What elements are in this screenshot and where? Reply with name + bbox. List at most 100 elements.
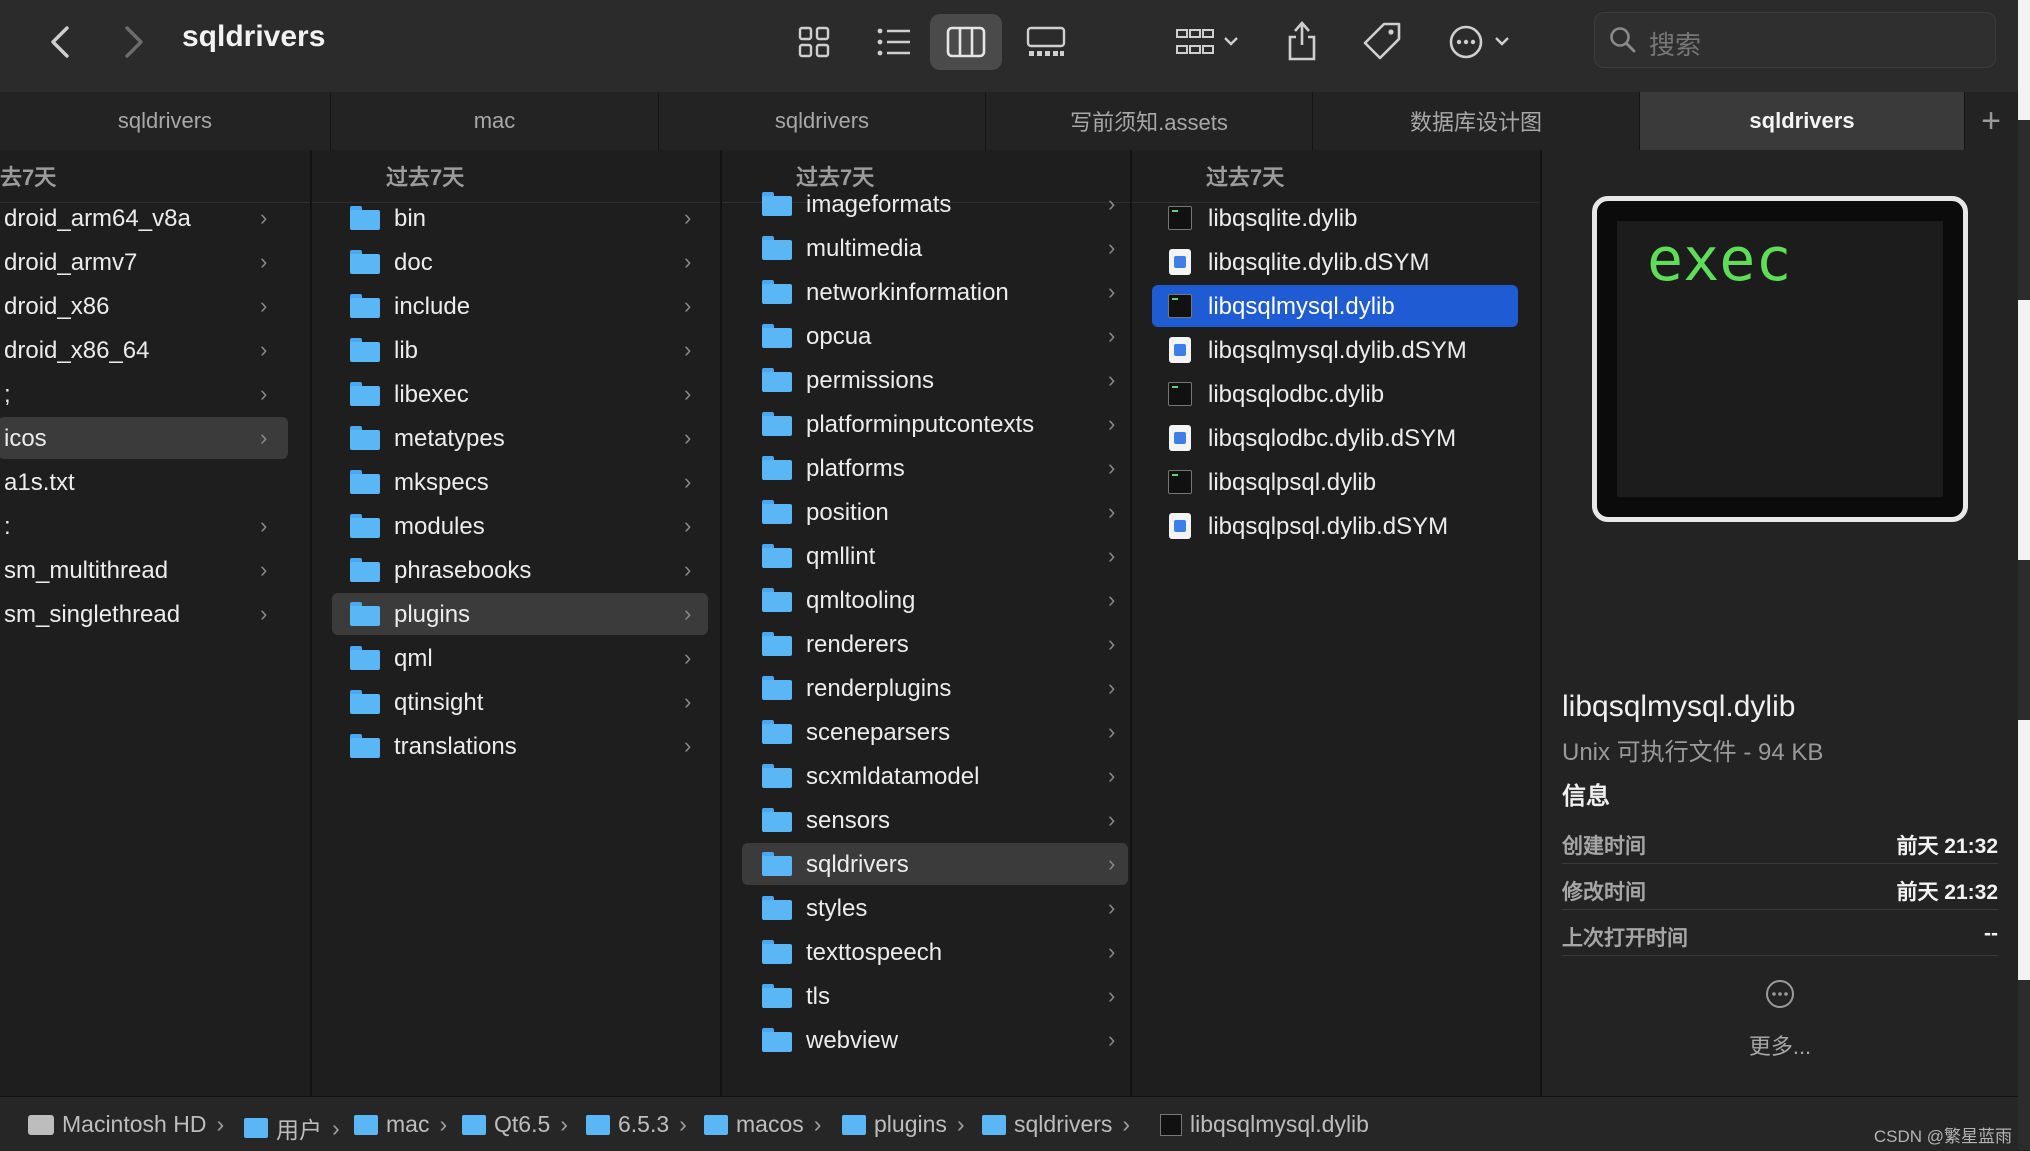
info-value: 前天 21:32 [1896,876,1998,906]
icon-view-button[interactable] [778,14,850,70]
folder-row[interactable]: sm_multithread› [0,549,288,591]
chevron-right-icon [123,25,145,59]
folder-row[interactable]: renderers› [742,623,1128,665]
folder-row[interactable]: mkspecs› [332,461,708,503]
file-row[interactable]: libqsqlmysql.dylib.dSYM [1152,329,1518,371]
column-view-button[interactable] [930,14,1002,70]
tab-sqldrivers-2[interactable]: sqldrivers [659,92,986,150]
folder-row[interactable]: libexec› [332,373,708,415]
path-crumb[interactable]: mac› [354,1111,447,1138]
chevron-right-icon: › [684,381,691,407]
path-crumb[interactable]: libqsqlmysql.dylib [1160,1111,1369,1138]
tab-sqldrivers-active[interactable]: sqldrivers [1640,92,1965,150]
folder-row[interactable]: sm_singlethread› [0,593,288,635]
group-by-button[interactable] [1168,18,1248,66]
folder-row[interactable]: sceneparsers› [742,711,1128,753]
back-button[interactable] [36,18,84,66]
file-row[interactable]: libqsqlite.dylib.dSYM [1152,241,1518,283]
item-label: libqsqlodbc.dylib.dSYM [1208,425,1456,453]
folder-row[interactable]: metatypes› [332,417,708,459]
folder-row[interactable]: platforms› [742,447,1128,489]
list-view-button[interactable] [858,14,930,70]
info-row-created: 创建时间 前天 21:32 [1562,818,1998,864]
folder-row[interactable]: multimedia› [742,227,1128,269]
folder-row[interactable]: doc› [332,241,708,283]
path-crumb[interactable]: 6.5.3› [586,1111,687,1138]
more-actions-button[interactable] [1444,18,1520,66]
file-row[interactable]: libqsqlodbc.dylib.dSYM [1152,417,1518,459]
folder-icon [762,852,792,876]
path-crumb[interactable]: 用户› [244,1111,340,1145]
folder-row[interactable]: droid_x86_64› [0,329,288,371]
folder-row[interactable]: include› [332,285,708,327]
path-bar: Macintosh HD› 用户› mac› Qt6.5› 6.5.3› macos› pl… [0,1096,2018,1151]
folder-row[interactable]: networkinformation› [742,271,1128,313]
folder-row[interactable]: translations› [332,725,708,767]
gallery-view-button[interactable] [1010,14,1082,70]
path-crumb[interactable]: Qt6.5› [462,1111,568,1138]
file-row[interactable]: libqsqlite.dylib [1152,197,1518,239]
folder-row[interactable]: scxmldatamodel› [742,755,1128,797]
folder-row[interactable]: icos› [0,417,288,459]
folder-row[interactable]: webview› [742,1019,1128,1061]
path-crumb[interactable]: macos› [704,1111,821,1138]
folder-row[interactable]: position› [742,491,1128,533]
dsym-file-icon [1169,425,1191,451]
folder-row[interactable]: :› [0,505,288,547]
folder-icon [762,720,792,744]
folder-row[interactable]: phrasebooks› [332,549,708,591]
folder-row[interactable]: qtinsight› [332,681,708,723]
item-label: scxmldatamodel [806,763,979,791]
chevron-right-icon: › [1108,455,1115,481]
dsym-file-icon [1169,337,1191,363]
tab-db-design[interactable]: 数据库设计图 [1313,92,1640,150]
item-label: modules [394,513,485,541]
file-row[interactable]: libqsqlodbc.dylib [1152,373,1518,415]
folder-row[interactable]: droid_arm64_v8a› [0,197,288,239]
folder-row[interactable]: sensors› [742,799,1128,841]
new-tab-button[interactable]: + [1964,92,2018,150]
folder-row[interactable]: a1s.txt [0,461,288,503]
file-row[interactable]: libqsqlmysql.dylib [1152,285,1518,327]
chevron-right-icon: › [1108,1027,1115,1053]
exec-label: exec [1647,225,1792,295]
folder-icon [762,588,792,612]
path-crumb[interactable]: Macintosh HD› [28,1111,224,1138]
tags-button[interactable] [1358,16,1406,66]
folder-icon [350,602,380,626]
folder-row[interactable]: styles› [742,887,1128,929]
folder-row[interactable]: imageformats› [742,183,1128,225]
folder-row[interactable]: qmltooling› [742,579,1128,621]
folder-row[interactable]: opcua› [742,315,1128,357]
folder-row[interactable]: lib› [332,329,708,371]
folder-row[interactable]: qml› [332,637,708,679]
chevron-right-icon: › [1108,499,1115,525]
folder-row[interactable]: bin› [332,197,708,239]
path-crumb[interactable]: sqldrivers› [982,1111,1130,1138]
tab-sqldrivers-1[interactable]: sqldrivers [0,92,331,150]
share-button[interactable] [1282,14,1322,66]
folder-row[interactable]: plugins› [332,593,708,635]
folder-row[interactable]: tls› [742,975,1128,1017]
folder-icon [762,896,792,920]
folder-row[interactable]: qmllint› [742,535,1128,577]
folder-row[interactable]: droid_armv7› [0,241,288,283]
folder-row[interactable]: permissions› [742,359,1128,401]
folder-row[interactable]: ;› [0,373,288,415]
search-field[interactable]: 搜索 [1594,12,1996,68]
folder-row[interactable]: platforminputcontexts› [742,403,1128,445]
file-row[interactable]: libqsqlpsql.dylib.dSYM [1152,505,1518,547]
more-button[interactable]: 更多... [1542,978,2018,1061]
file-row[interactable]: libqsqlpsql.dylib [1152,461,1518,503]
path-separator: › [216,1111,224,1138]
folder-row[interactable]: modules› [332,505,708,547]
path-crumb[interactable]: plugins› [842,1111,965,1138]
tab-mac[interactable]: mac [331,92,659,150]
tab-assets[interactable]: 写前须知.assets [986,92,1313,150]
folder-row[interactable]: renderplugins› [742,667,1128,709]
folder-row[interactable]: sqldrivers› [742,843,1128,885]
folder-row[interactable]: droid_x86› [0,285,288,327]
folder-row[interactable]: texttospeech› [742,931,1128,973]
folder-icon [586,1115,610,1135]
forward-button[interactable] [110,18,158,66]
